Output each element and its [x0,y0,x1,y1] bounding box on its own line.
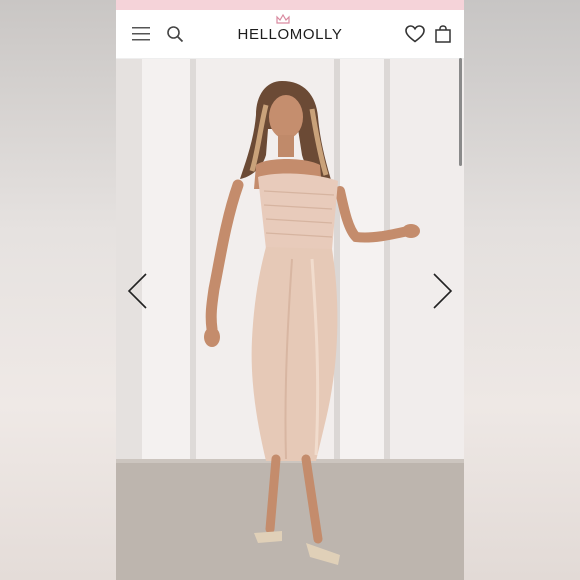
chevron-right-icon [433,273,453,309]
menu-icon [132,27,150,41]
scrollbar[interactable] [459,58,462,166]
next-image-button[interactable] [430,270,456,312]
menu-button[interactable] [126,10,156,58]
left-backdrop [0,0,116,580]
shopping-bag-icon [435,25,451,43]
search-icon [167,26,184,43]
product-photo [116,59,464,580]
brand-logo[interactable]: HELLOMOLLY [190,26,390,43]
cart-button[interactable] [428,10,458,58]
promo-bar [116,0,464,10]
wishlist-button[interactable] [400,10,430,58]
heart-icon [405,25,425,43]
chevron-left-icon [127,273,147,309]
crown-logo-icon [276,14,290,24]
search-button[interactable] [160,10,190,58]
previous-image-button[interactable] [124,270,150,312]
product-image[interactable] [116,59,464,580]
mobile-screen: HELLOMOLLY [116,0,464,580]
right-backdrop [464,0,580,580]
site-header: HELLOMOLLY [116,10,464,59]
